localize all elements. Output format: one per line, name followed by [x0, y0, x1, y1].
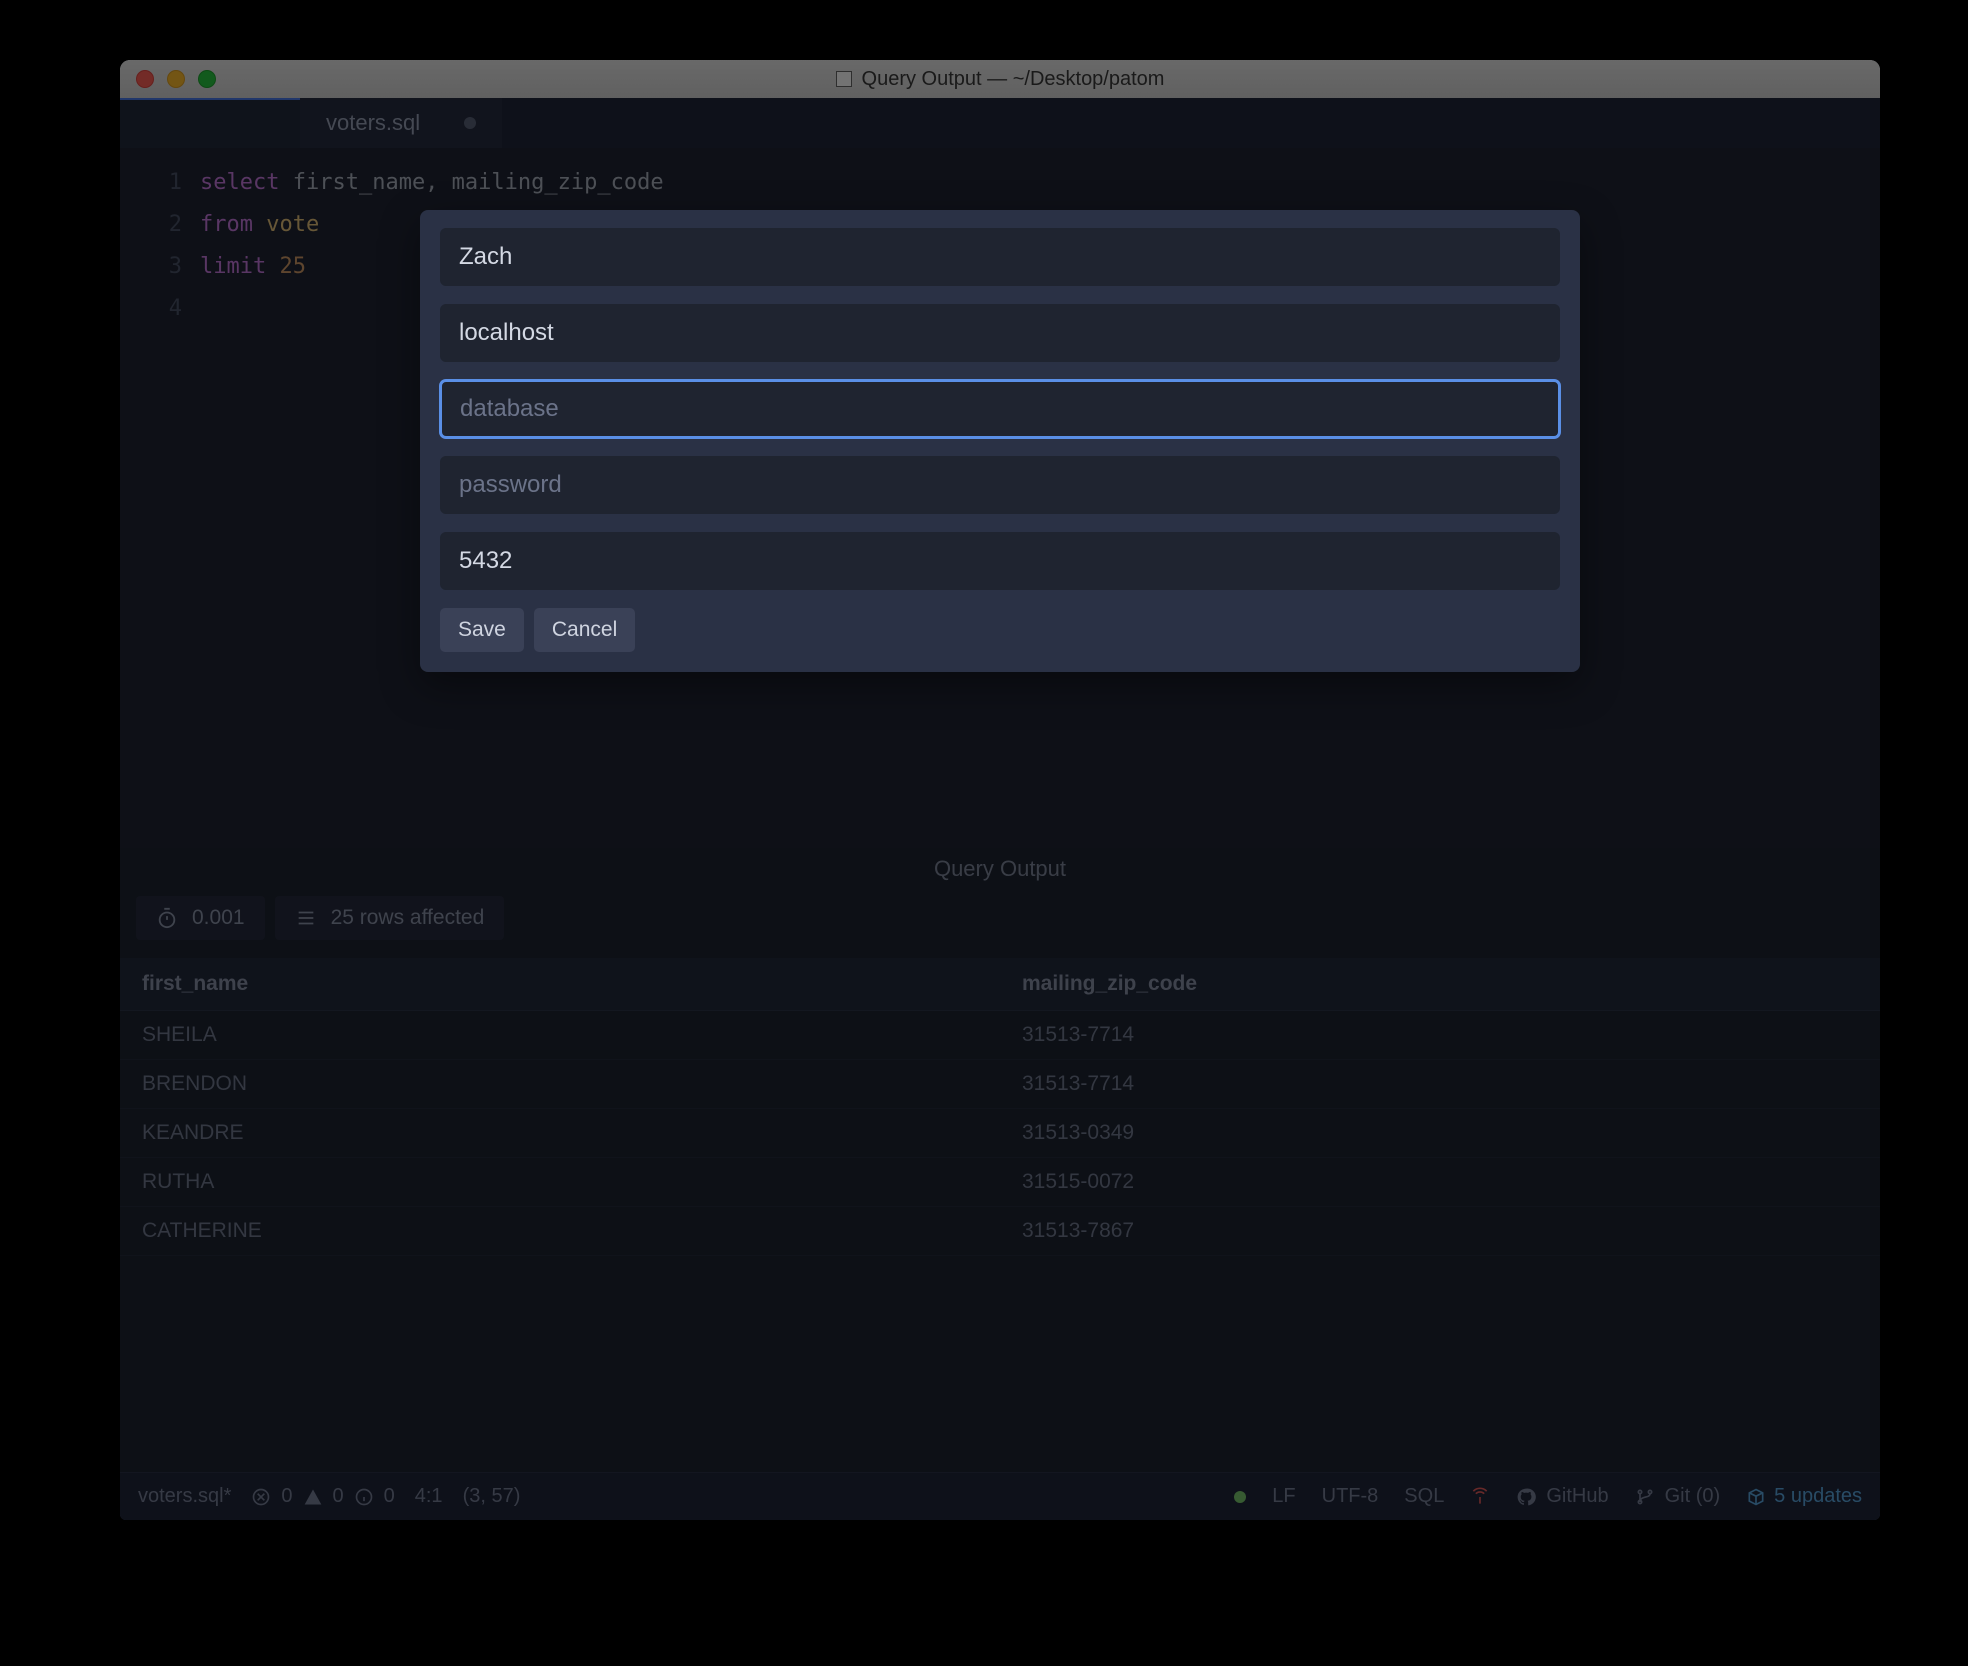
info-icon — [354, 1487, 374, 1507]
encoding[interactable]: UTF-8 — [1322, 1485, 1379, 1508]
output-title: Query Output — [120, 848, 1880, 896]
table-row[interactable]: KEANDRE31513-0349 — [120, 1109, 1880, 1158]
col-mailing-zip[interactable]: mailing_zip_code — [1000, 958, 1880, 1011]
host-input[interactable] — [440, 304, 1560, 362]
line-gutter: 1 2 3 4 — [120, 148, 200, 848]
cell-first-name: RUTHA — [120, 1158, 1000, 1207]
connection-dialog: Save Cancel — [420, 210, 1580, 672]
results-table: first_name mailing_zip_code SHEILA31513-… — [120, 958, 1880, 1256]
tree-view-toggle[interactable] — [120, 98, 300, 148]
titlebar: Query Output — ~/Desktop/patom — [120, 60, 1880, 98]
app-window: Query Output — ~/Desktop/patom voters.sq… — [120, 60, 1880, 1520]
warning-icon — [303, 1487, 323, 1507]
tab-bar: voters.sql — [120, 98, 1880, 148]
password-input[interactable] — [440, 456, 1560, 514]
package-icon — [1746, 1487, 1766, 1507]
table-row[interactable]: RUTHA31515-0072 — [120, 1158, 1880, 1207]
status-bar: voters.sql* 0 0 0 4:1 (3, 57) LF UTF-8 S… — [120, 1472, 1880, 1520]
cell-zip: 31515-0072 — [1000, 1158, 1880, 1207]
cell-zip: 31513-7714 — [1000, 1060, 1880, 1109]
table-row[interactable]: SHEILA31513-7714 — [120, 1011, 1880, 1060]
database-input[interactable] — [440, 380, 1560, 438]
git-branch[interactable]: Git (0) — [1635, 1485, 1721, 1508]
username-input[interactable] — [440, 228, 1560, 286]
tab-voters-sql[interactable]: voters.sql — [300, 98, 502, 148]
line-ending[interactable]: LF — [1272, 1485, 1295, 1508]
stopwatch-icon — [156, 907, 178, 929]
git-branch-icon — [1635, 1487, 1655, 1507]
updates-link[interactable]: 5 updates — [1746, 1485, 1862, 1508]
diagnostics[interactable]: 0 0 0 — [251, 1485, 394, 1508]
error-icon — [251, 1487, 271, 1507]
tab-label: voters.sql — [326, 110, 420, 136]
cell-first-name: BRENDON — [120, 1060, 1000, 1109]
cell-zip: 31513-7867 — [1000, 1207, 1880, 1256]
connection-status-icon — [1234, 1491, 1246, 1503]
status-filename[interactable]: voters.sql* — [138, 1485, 231, 1508]
modified-indicator-icon — [464, 117, 476, 129]
github-icon — [1516, 1487, 1536, 1507]
cell-first-name: KEANDRE — [120, 1109, 1000, 1158]
query-time-chip: 0.001 — [136, 896, 265, 940]
cell-first-name: CATHERINE — [120, 1207, 1000, 1256]
grammar[interactable]: SQL — [1404, 1485, 1444, 1508]
cursor-position[interactable]: 4:1 — [415, 1485, 443, 1508]
doc-icon — [836, 71, 852, 87]
cell-zip: 31513-7714 — [1000, 1011, 1880, 1060]
github-link[interactable]: GitHub — [1516, 1485, 1608, 1508]
cell-first-name: SHEILA — [120, 1011, 1000, 1060]
table-row[interactable]: BRENDON31513-7714 — [120, 1060, 1880, 1109]
cell-zip: 31513-0349 — [1000, 1109, 1880, 1158]
rows-affected-chip: 25 rows affected — [275, 896, 505, 940]
query-output-panel: Query Output 0.001 25 rows affected firs… — [120, 848, 1880, 1256]
port-input[interactable] — [440, 532, 1560, 590]
save-button[interactable]: Save — [440, 608, 524, 652]
list-icon — [295, 907, 317, 929]
cancel-button[interactable]: Cancel — [534, 608, 635, 652]
window-title: Query Output — ~/Desktop/patom — [862, 68, 1165, 91]
antenna-icon[interactable] — [1470, 1485, 1490, 1508]
selection-info[interactable]: (3, 57) — [463, 1485, 521, 1508]
table-row[interactable]: CATHERINE31513-7867 — [120, 1207, 1880, 1256]
col-first-name[interactable]: first_name — [120, 958, 1000, 1011]
